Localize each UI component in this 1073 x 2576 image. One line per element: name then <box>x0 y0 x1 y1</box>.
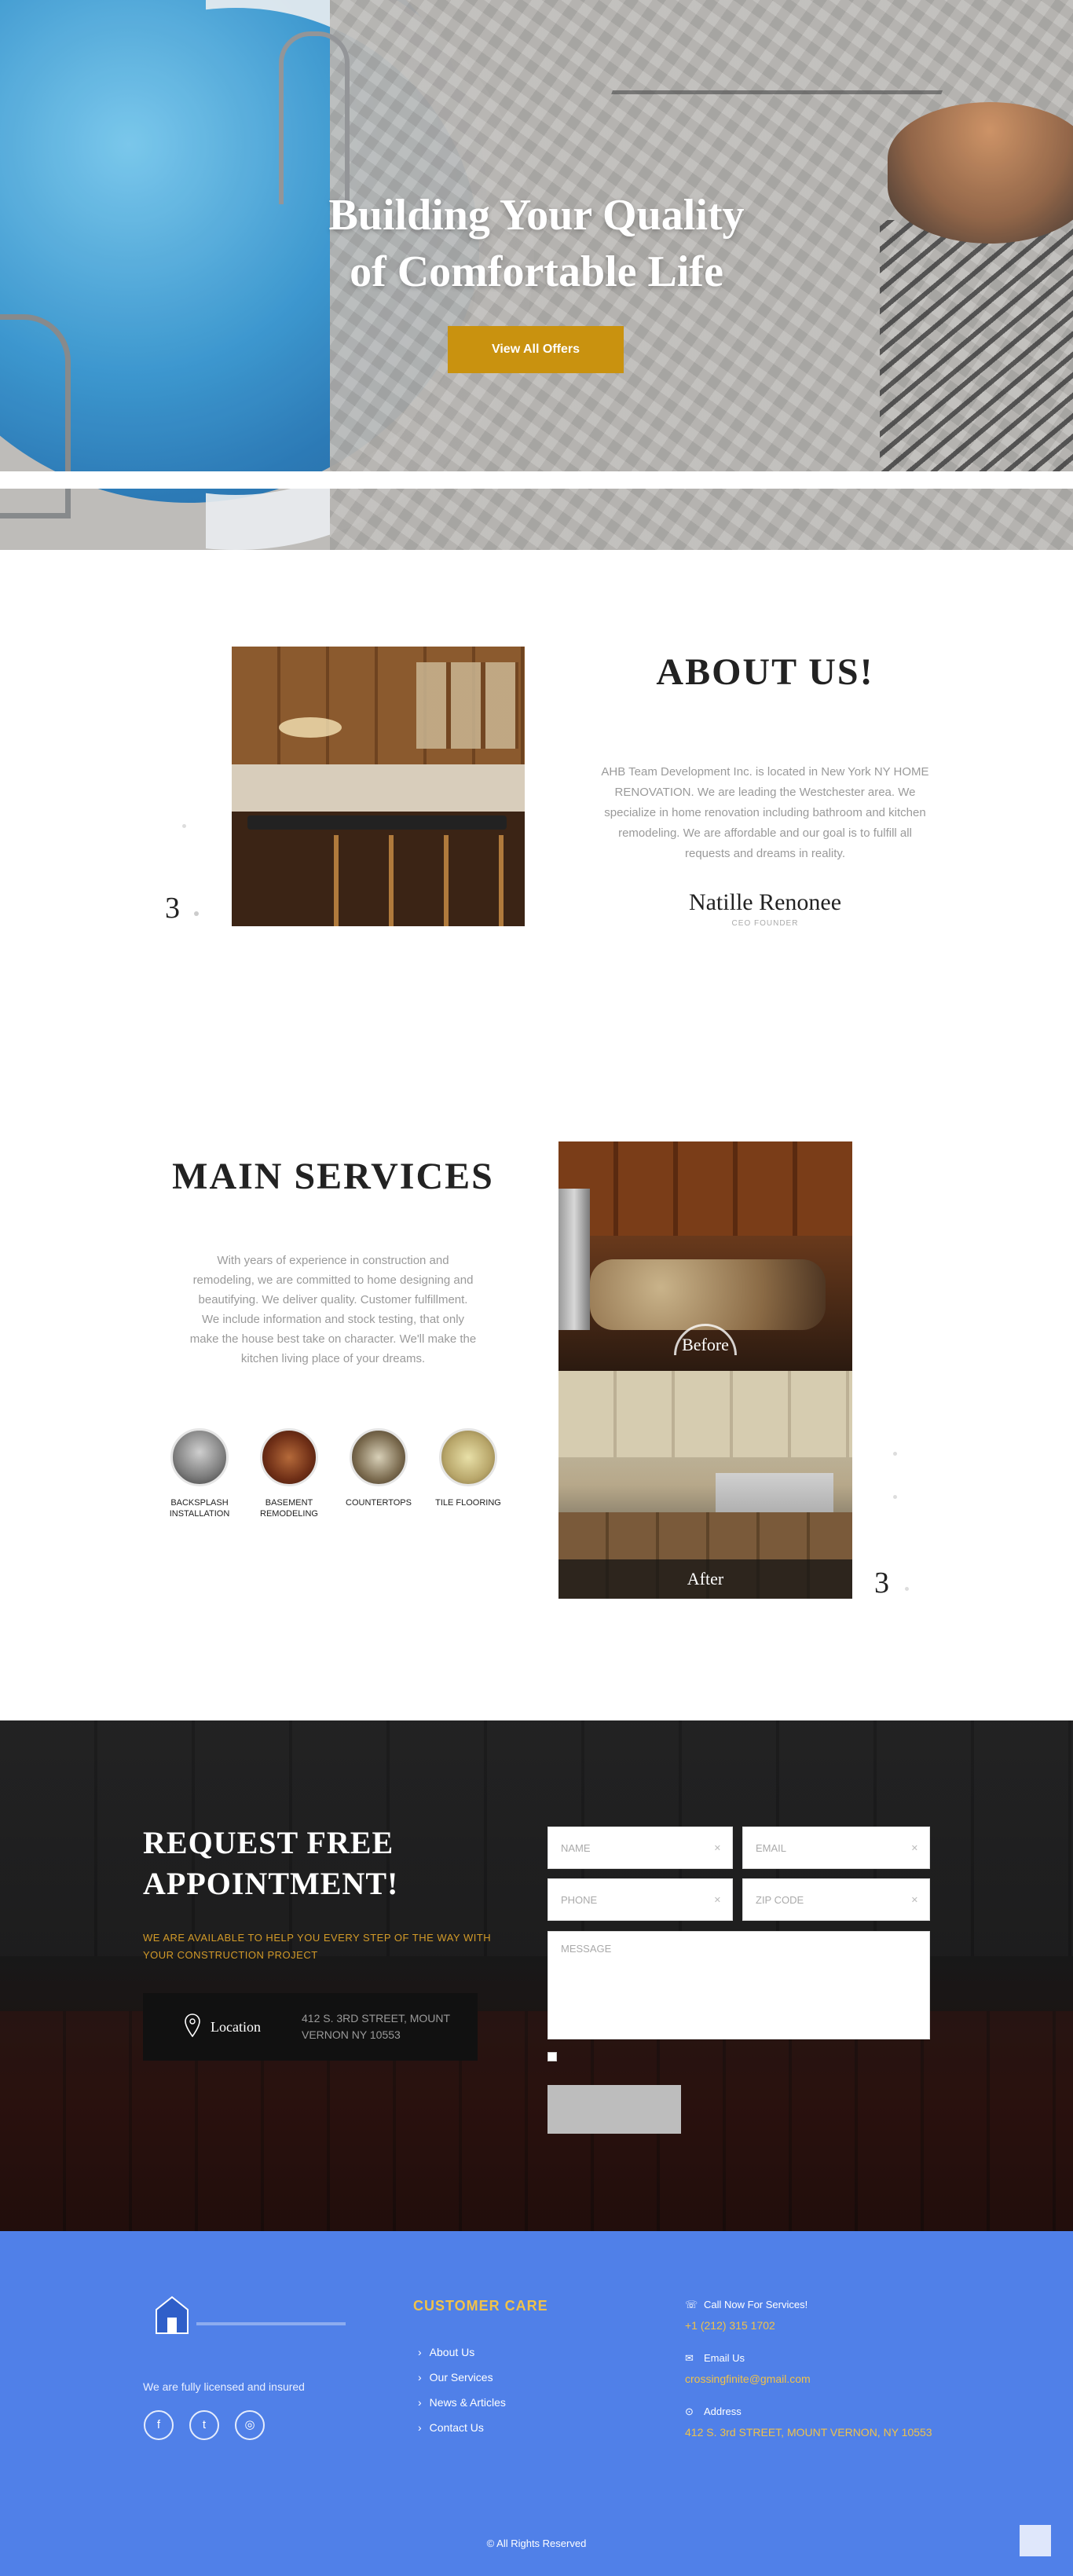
zip-field[interactable]: ZIP CODE ✕ <box>742 1878 930 1921</box>
tile-flooring-icon <box>439 1428 497 1486</box>
message-field[interactable]: MESSAGE <box>547 1931 930 2039</box>
facebook-icon[interactable]: f <box>144 2410 174 2440</box>
service-tile-flooring[interactable]: TILE FLOORING <box>425 1428 511 1508</box>
appointment-title-line1: REQUEST FREE <box>143 1825 394 1860</box>
email-link[interactable]: crossingfinite@gmail.com <box>685 2369 936 2388</box>
location-box: Location 412 S. 3rd Street, MOUNT VERNON… <box>143 1993 478 2061</box>
services-text: With years of experience in construction… <box>189 1254 477 1365</box>
footer-link-services[interactable]: Our Services <box>418 2371 493 2384</box>
footer-link-about[interactable]: About Us <box>418 2346 475 2358</box>
field-icon: ✕ <box>910 1896 918 1905</box>
services-slide-number: 3 <box>874 1566 889 1599</box>
service-label: BACKSPLASH INSTALLATION <box>169 1498 230 1519</box>
service-label: COUNTERTOPS <box>346 1498 412 1508</box>
service-label: BASEMENT REMODELING <box>260 1498 318 1519</box>
field-icon: ✕ <box>713 1896 721 1905</box>
instagram-icon[interactable]: ◎ <box>235 2410 265 2440</box>
location-address: 412 S. 3rd Street, MOUNT VERNON NY 10553 <box>302 2012 450 2041</box>
location-label: Location <box>211 2019 261 2035</box>
address-label: ⊙ Address <box>685 2406 742 2417</box>
after-label: After <box>558 1559 852 1599</box>
view-offers-button[interactable]: View All Offers <box>448 326 624 373</box>
phone-label: ☏ Call Now For Services! <box>685 2299 808 2310</box>
about-title: ABOUT US! <box>656 651 874 693</box>
service-backsplash[interactable]: BACKSPLASH INSTALLATION <box>156 1428 243 1519</box>
countertops-icon <box>350 1428 408 1486</box>
service-basement[interactable]: BASEMENT REMODELING <box>246 1428 332 1519</box>
footer-link-news[interactable]: News & Articles <box>418 2396 506 2409</box>
appointment-title-line2: APPOINTMENT! <box>143 1866 399 1901</box>
phone-field[interactable]: PHONE ✕ <box>547 1878 733 1921</box>
before-image: Before <box>558 1141 852 1371</box>
footer <box>0 2231 1073 2576</box>
customer-care-title: CUSTOMER CARE <box>413 2298 548 2314</box>
slider-dot[interactable] <box>905 1587 909 1591</box>
location-pin-icon <box>185 2014 200 2037</box>
after-image: After <box>558 1371 852 1599</box>
hero-title-line1: Building Your Quality <box>328 191 745 240</box>
consent-checkbox[interactable] <box>547 2052 557 2061</box>
about-role: CEO FOUNDER <box>731 919 799 928</box>
copyright: © All Rights Reserved <box>486 2538 587 2549</box>
name-field[interactable]: NAME ✕ <box>547 1827 733 1869</box>
footer-address: 412 S. 3rd STREET, MOUNT VERNON, NY 1055… <box>685 2426 932 2439</box>
about-text: AHB Team Development Inc. is located in … <box>601 765 929 860</box>
field-icon: ✕ <box>910 1844 918 1853</box>
back-to-top-button[interactable] <box>1020 2525 1051 2556</box>
phone-link[interactable]: +1 (212) 315 1702 <box>685 2316 936 2335</box>
before-label: Before <box>682 1335 729 1354</box>
basement-icon <box>260 1428 318 1486</box>
about-slide-number: 3 <box>165 892 180 925</box>
appointment-title: REQUEST FREE APPOINTMENT! <box>143 1823 504 1904</box>
twitter-icon[interactable]: t <box>189 2410 219 2440</box>
slider-dot[interactable] <box>182 824 186 828</box>
hero-title: Building Your Quality of Comfortable Lif… <box>0 187 1073 300</box>
service-countertops[interactable]: COUNTERTOPS <box>335 1428 422 1508</box>
submit-button[interactable] <box>547 2085 681 2134</box>
service-label: TILE FLOORING <box>435 1498 501 1508</box>
logo-wordmark <box>196 2322 346 2325</box>
services-title: MAIN SERVICES <box>172 1156 494 1197</box>
appointment-subtitle: WE ARE AVAILABLE TO HELP YOU EVERY STEP … <box>143 1932 492 1961</box>
footer-about: We are fully licensed and insured <box>143 2380 305 2393</box>
hero-title-line2: of Comfortable Life <box>350 247 723 296</box>
slider-dot[interactable] <box>893 1495 897 1499</box>
about-kitchen-image <box>232 647 525 926</box>
field-icon: ✕ <box>713 1844 721 1853</box>
backsplash-icon <box>170 1428 229 1486</box>
mail-icon: ✉ <box>685 2352 694 2364</box>
hero-divider <box>0 471 1073 489</box>
email-label: ✉ Email Us <box>685 2352 745 2364</box>
phone-icon: ☏ <box>685 2299 698 2310</box>
email-field[interactable]: EMAIL ✕ <box>742 1827 930 1869</box>
about-signature: Natille Renonee <box>688 889 842 915</box>
map-pin-icon: ⊙ <box>685 2406 694 2417</box>
slider-dot[interactable] <box>194 911 199 916</box>
house-logo-icon[interactable] <box>154 2294 190 2336</box>
slider-dot[interactable] <box>893 1452 897 1456</box>
footer-link-contact[interactable]: Contact Us <box>418 2421 484 2434</box>
